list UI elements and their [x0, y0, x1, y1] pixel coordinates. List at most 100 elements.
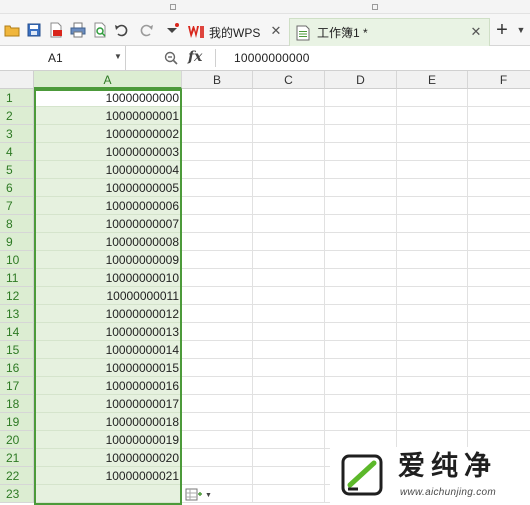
row-header[interactable]: 5 — [0, 161, 34, 179]
cell[interactable] — [397, 215, 468, 233]
cell[interactable] — [397, 107, 468, 125]
column-header-b[interactable]: B — [182, 71, 253, 89]
customize-dropdown-icon[interactable] — [164, 22, 180, 38]
cell[interactable] — [325, 413, 397, 431]
paste-options-button[interactable]: ▼ — [185, 487, 215, 503]
cell[interactable] — [325, 359, 397, 377]
row-header[interactable]: 18 — [0, 395, 34, 413]
cell[interactable] — [253, 395, 325, 413]
cell[interactable] — [468, 179, 530, 197]
formula-input[interactable]: 10000000000 — [234, 51, 310, 65]
cell[interactable] — [182, 179, 253, 197]
cell[interactable] — [397, 251, 468, 269]
cell-a[interactable]: 10000000008 — [34, 233, 182, 251]
cell-a[interactable]: 10000000006 — [34, 197, 182, 215]
cell[interactable] — [182, 89, 253, 107]
cell[interactable] — [182, 449, 253, 467]
row-header[interactable]: 17 — [0, 377, 34, 395]
name-box[interactable]: A1 ▼ — [0, 46, 126, 70]
cell[interactable] — [397, 287, 468, 305]
cell-a[interactable]: 10000000004 — [34, 161, 182, 179]
cell[interactable] — [397, 143, 468, 161]
cell[interactable] — [397, 413, 468, 431]
cell[interactable] — [397, 269, 468, 287]
cell[interactable] — [182, 287, 253, 305]
cell[interactable] — [468, 305, 530, 323]
cell[interactable] — [468, 89, 530, 107]
cell[interactable] — [253, 161, 325, 179]
print-preview-icon[interactable] — [92, 22, 108, 38]
cell[interactable] — [325, 377, 397, 395]
cell[interactable] — [182, 143, 253, 161]
cell[interactable] — [253, 89, 325, 107]
row-header[interactable]: 14 — [0, 323, 34, 341]
cell[interactable] — [468, 413, 530, 431]
column-header-e[interactable]: E — [397, 71, 468, 89]
chevron-down-icon[interactable]: ▼ — [114, 52, 122, 61]
cell-a[interactable]: 10000000013 — [34, 323, 182, 341]
cell-a[interactable]: 10000000009 — [34, 251, 182, 269]
cell[interactable] — [468, 161, 530, 179]
row-header[interactable]: 20 — [0, 431, 34, 449]
cell-a[interactable]: 10000000016 — [34, 377, 182, 395]
cell-a[interactable]: 10000000011 — [34, 287, 182, 305]
cell[interactable] — [325, 215, 397, 233]
cell[interactable] — [253, 485, 325, 503]
redo-icon[interactable] — [138, 22, 154, 38]
cell[interactable] — [325, 395, 397, 413]
column-header-c[interactable]: C — [253, 71, 325, 89]
cell[interactable] — [182, 413, 253, 431]
cell[interactable] — [325, 197, 397, 215]
row-header[interactable]: 1 — [0, 89, 34, 107]
cell[interactable] — [182, 341, 253, 359]
cell[interactable] — [253, 251, 325, 269]
cell[interactable] — [253, 143, 325, 161]
cell[interactable] — [253, 413, 325, 431]
cell[interactable] — [325, 269, 397, 287]
cell[interactable] — [182, 161, 253, 179]
cell[interactable] — [468, 233, 530, 251]
close-icon[interactable]: ✕ — [269, 24, 283, 38]
cell[interactable] — [397, 377, 468, 395]
cell-a[interactable] — [34, 485, 182, 503]
spreadsheet-grid[interactable]: A B C D E F 1 10000000000 2 10000000001 3 100000000… — [0, 71, 530, 505]
cell[interactable] — [325, 161, 397, 179]
column-header-f[interactable]: F — [468, 71, 530, 89]
cell-a[interactable]: 10000000020 — [34, 449, 182, 467]
cell[interactable] — [397, 323, 468, 341]
cell[interactable] — [468, 287, 530, 305]
cell[interactable] — [397, 359, 468, 377]
cell[interactable] — [253, 305, 325, 323]
cell[interactable] — [253, 359, 325, 377]
cell[interactable] — [253, 449, 325, 467]
tab-my-wps[interactable]: 我的WPS ✕ — [187, 18, 289, 46]
cell[interactable] — [325, 341, 397, 359]
cell[interactable] — [182, 395, 253, 413]
row-header[interactable]: 23 — [0, 485, 34, 503]
chevron-down-icon[interactable]: ▼ — [514, 16, 528, 44]
cell[interactable] — [325, 143, 397, 161]
cell[interactable] — [325, 125, 397, 143]
row-header[interactable]: 6 — [0, 179, 34, 197]
cell[interactable] — [182, 107, 253, 125]
cell[interactable] — [253, 287, 325, 305]
cell[interactable] — [468, 251, 530, 269]
cell[interactable] — [468, 377, 530, 395]
cell[interactable] — [182, 467, 253, 485]
row-header[interactable]: 11 — [0, 269, 34, 287]
cell[interactable] — [182, 125, 253, 143]
cell[interactable] — [468, 395, 530, 413]
row-header[interactable]: 16 — [0, 359, 34, 377]
cell[interactable] — [253, 107, 325, 125]
cell[interactable] — [253, 341, 325, 359]
cell-a[interactable]: 10000000014 — [34, 341, 182, 359]
cell[interactable] — [397, 125, 468, 143]
cell[interactable] — [468, 359, 530, 377]
row-header[interactable]: 3 — [0, 125, 34, 143]
row-header[interactable]: 10 — [0, 251, 34, 269]
cell[interactable] — [182, 359, 253, 377]
cell[interactable] — [397, 197, 468, 215]
cell[interactable] — [182, 215, 253, 233]
row-header[interactable]: 13 — [0, 305, 34, 323]
cell[interactable] — [253, 215, 325, 233]
